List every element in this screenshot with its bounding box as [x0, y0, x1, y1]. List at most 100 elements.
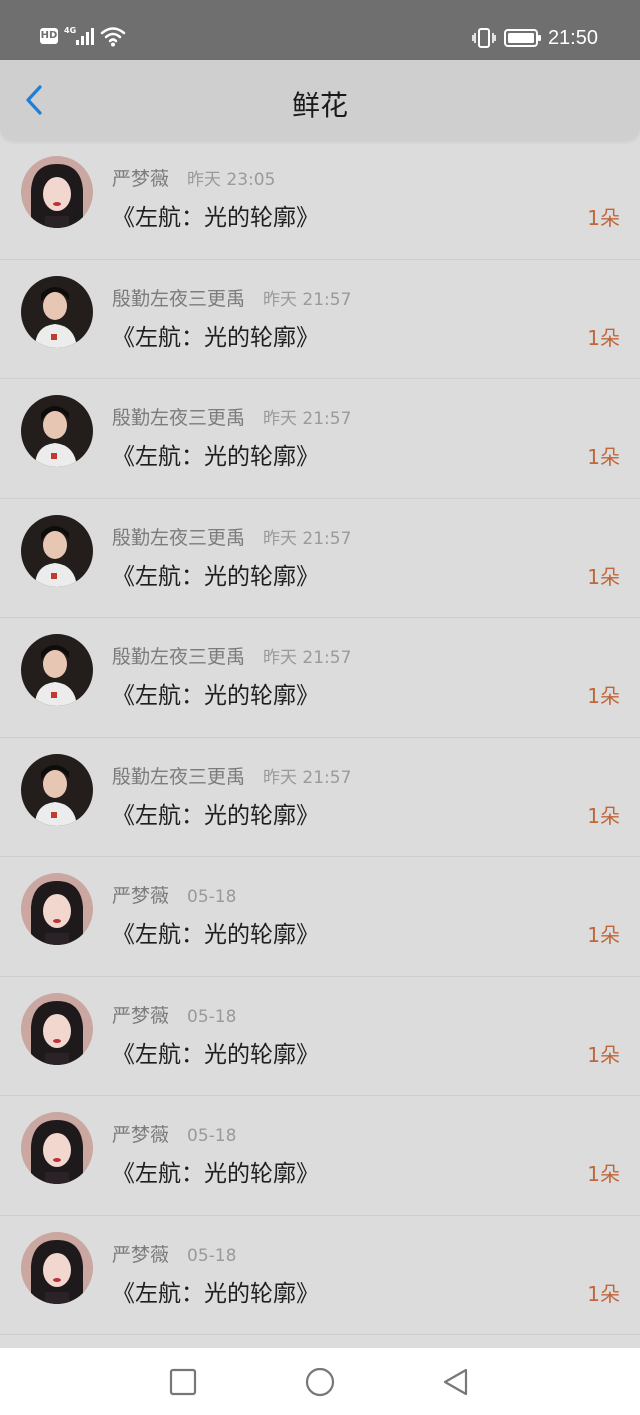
book-title[interactable]: 《左航：光的轮廓》 — [112, 318, 319, 352]
timestamp: 05-18 — [187, 1245, 237, 1266]
girl-avatar-icon — [21, 1112, 93, 1184]
avatar[interactable] — [21, 1112, 93, 1184]
book-title[interactable]: 《左航：光的轮廓》 — [112, 437, 319, 471]
list-item[interactable]: 严梦薇 05-18 《左航：光的轮廓》 1朵 — [0, 977, 640, 1097]
avatar[interactable] — [21, 753, 93, 826]
boy-avatar-icon — [21, 514, 93, 587]
vibrate-icon — [472, 28, 496, 48]
user-name[interactable]: 严梦薇 — [112, 168, 169, 190]
boy-avatar-icon — [21, 395, 93, 467]
avatar[interactable] — [21, 873, 93, 945]
boy-avatar-icon — [21, 753, 93, 826]
book-title[interactable]: 《左航：光的轮廓》 — [112, 557, 319, 591]
flower-count: 1朵 — [587, 923, 620, 947]
home-button[interactable] — [305, 1367, 335, 1397]
page-title: 鲜花 — [291, 89, 348, 122]
list-item[interactable]: 严梦薇 05-18 《左航：光的轮廓》 1朵 — [0, 1216, 640, 1336]
flower-count: 1朵 — [587, 325, 620, 350]
flower-count: 1朵 — [587, 803, 620, 828]
list-item[interactable]: 严梦薇 05-18 《左航：光的轮廓》 1朵 — [0, 1096, 640, 1216]
flower-count: 1朵 — [587, 564, 620, 589]
avatar[interactable] — [21, 514, 93, 587]
list-item[interactable]: 殷勤左夜三更禹 昨天 21:57 《左航：光的轮廓》 1朵 — [0, 499, 640, 619]
timestamp: 昨天 21:57 — [263, 767, 352, 788]
avatar[interactable] — [21, 634, 93, 706]
timestamp: 昨天 21:57 — [263, 289, 352, 310]
user-name[interactable]: 殷勤左夜三更禹 — [112, 288, 245, 310]
hd-badge: HD — [40, 28, 58, 44]
recent-apps-button[interactable] — [168, 1367, 198, 1397]
row-meta: 严梦薇 05-18 — [112, 881, 236, 908]
girl-avatar-icon — [21, 992, 93, 1065]
list-item[interactable]: 殷勤左夜三更禹 昨天 21:57 《左航：光的轮廓》 1朵 — [0, 738, 640, 858]
list-item[interactable]: 严梦薇 05-18 《左航：光的轮廓》 1朵 — [0, 857, 640, 977]
book-title[interactable]: 《左航：光的轮廓》 — [112, 198, 319, 232]
timestamp: 昨天 23:05 — [187, 170, 276, 190]
book-title[interactable]: 《左航：光的轮廓》 — [112, 796, 319, 830]
flower-count: 1朵 — [587, 445, 620, 469]
girl-avatar-icon — [21, 1231, 93, 1304]
flower-count: 1朵 — [587, 1042, 620, 1067]
row-meta: 严梦薇 05-18 — [112, 1001, 236, 1028]
timestamp: 05-18 — [187, 887, 237, 907]
flower-count: 1朵 — [587, 1281, 620, 1306]
list-item[interactable]: 殷勤左夜三更禹 昨天 21:57 《左航：光的轮廓》 1朵 — [0, 618, 640, 738]
flower-list: 严梦薇 昨天 23:05 《左航：光的轮廓》 1朵 殷勤左夜三更禹 昨天 21:57… — [0, 140, 640, 1335]
back-nav-button[interactable] — [441, 1367, 471, 1397]
row-meta: 殷勤左夜三更禹 昨天 21:57 — [112, 642, 351, 669]
row-meta: 殷勤左夜三更禹 昨天 21:57 — [112, 523, 351, 550]
user-name[interactable]: 严梦薇 — [112, 1005, 169, 1027]
signal-icon — [76, 28, 95, 45]
avatar[interactable] — [21, 1231, 93, 1304]
row-meta: 殷勤左夜三更禹 昨天 21:57 — [112, 284, 351, 311]
wifi-icon — [100, 27, 126, 47]
user-name[interactable]: 殷勤左夜三更禹 — [112, 407, 245, 429]
book-title[interactable]: 《左航：光的轮廓》 — [112, 1274, 319, 1308]
status-left: HD 4G — [40, 24, 126, 48]
user-name[interactable]: 严梦薇 — [112, 1124, 169, 1146]
flower-count: 1朵 — [587, 1162, 620, 1186]
system-nav-bar — [0, 1348, 640, 1415]
list-item[interactable]: 殷勤左夜三更禹 昨天 21:57 《左航：光的轮廓》 1朵 — [0, 379, 640, 499]
row-meta: 严梦薇 05-18 — [112, 1240, 236, 1267]
avatar[interactable] — [21, 275, 93, 348]
user-name[interactable]: 殷勤左夜三更禹 — [112, 766, 245, 788]
timestamp: 昨天 21:57 — [263, 409, 352, 429]
recent-apps-icon — [169, 1368, 197, 1396]
user-name[interactable]: 严梦薇 — [112, 1244, 169, 1266]
avatar[interactable] — [21, 395, 93, 467]
timestamp: 昨天 21:57 — [263, 648, 352, 668]
girl-avatar-icon — [21, 156, 93, 228]
row-meta: 殷勤左夜三更禹 昨天 21:57 — [112, 762, 351, 789]
row-meta: 严梦薇 昨天 23:05 — [112, 164, 275, 191]
book-title[interactable]: 《左航：光的轮廓》 — [112, 915, 319, 949]
status-bar: HD 4G 21:50 — [0, 0, 640, 60]
book-title[interactable]: 《左航：光的轮廓》 — [112, 676, 319, 710]
list-item[interactable]: 严梦薇 昨天 23:05 《左航：光的轮廓》 1朵 — [0, 140, 640, 260]
list-item[interactable]: 殷勤左夜三更禹 昨天 21:57 《左航：光的轮廓》 1朵 — [0, 260, 640, 380]
user-name[interactable]: 殷勤左夜三更禹 — [112, 646, 245, 668]
battery-icon — [503, 29, 541, 47]
girl-avatar-icon — [21, 873, 93, 945]
network-type: 4G — [64, 25, 77, 35]
user-name[interactable]: 殷勤左夜三更禹 — [112, 527, 245, 549]
status-right: 21:50 — [472, 24, 598, 52]
boy-avatar-icon — [21, 634, 93, 706]
clock: 21:50 — [547, 26, 598, 49]
avatar[interactable] — [21, 156, 93, 228]
app-header: 鲜花 — [0, 60, 640, 140]
flower-count: 1朵 — [587, 684, 620, 708]
user-name[interactable]: 严梦薇 — [112, 885, 169, 907]
book-title[interactable]: 《左航：光的轮廓》 — [112, 1035, 319, 1069]
row-meta: 严梦薇 05-18 — [112, 1120, 236, 1147]
timestamp: 05-18 — [187, 1126, 237, 1146]
boy-avatar-icon — [21, 275, 93, 348]
flower-count: 1朵 — [587, 206, 620, 230]
avatar[interactable] — [21, 992, 93, 1065]
book-title[interactable]: 《左航：光的轮廓》 — [112, 1154, 319, 1188]
timestamp: 05-18 — [187, 1006, 237, 1027]
home-icon — [305, 1367, 335, 1397]
row-meta: 殷勤左夜三更禹 昨天 21:57 — [112, 403, 351, 430]
back-triangle-icon — [443, 1368, 468, 1396]
timestamp: 昨天 21:57 — [263, 528, 352, 549]
